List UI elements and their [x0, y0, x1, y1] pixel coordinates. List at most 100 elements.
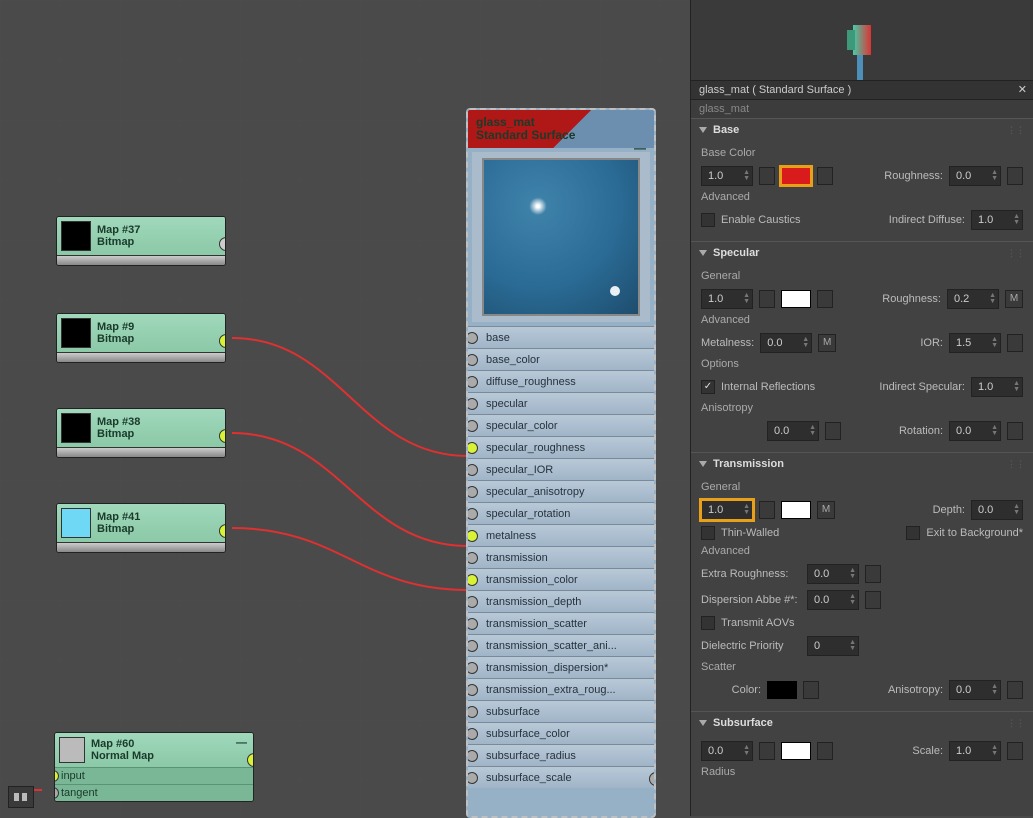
node-output-port[interactable]	[219, 429, 226, 443]
slot-input-pin[interactable]	[466, 376, 478, 388]
subsurface-weight-spinner[interactable]: 0.0▲▼	[701, 741, 753, 761]
map-slot-button[interactable]	[817, 742, 833, 760]
map-slot-button[interactable]	[759, 742, 775, 760]
surface-slot-transmission_depth[interactable]: transmission_depth	[468, 590, 654, 612]
slot-input-pin[interactable]	[466, 772, 478, 784]
slot-input-pin[interactable]	[466, 662, 478, 674]
node-output-port[interactable]	[219, 237, 226, 251]
breadcrumb[interactable]: glass_mat	[691, 100, 1033, 118]
section-header-transmission[interactable]: Transmission ⋮⋮	[691, 453, 1033, 475]
map-slot-button[interactable]	[865, 565, 881, 583]
slot-input-pin[interactable]	[466, 618, 478, 630]
viewport-thumbnail[interactable]	[691, 0, 1033, 80]
scatter-color-swatch[interactable]	[767, 681, 797, 699]
subsurface-color-swatch[interactable]	[781, 742, 811, 760]
transmit-aovs-checkbox[interactable]	[701, 616, 715, 630]
subsurface-scale-spinner[interactable]: 1.0▲▼	[949, 741, 1001, 761]
base-roughness-spinner[interactable]: 0.0▲▼	[949, 166, 1001, 186]
ior-spinner[interactable]: 1.5▲▼	[949, 333, 1001, 353]
node-graph[interactable]: Map #37 Bitmap Map #9 Bitmap Map #38 Bit…	[0, 0, 690, 816]
node-input-pin[interactable]	[54, 770, 59, 782]
map-slot-button[interactable]	[1007, 681, 1023, 699]
slot-input-pin[interactable]	[466, 596, 478, 608]
node-input-pin[interactable]	[54, 787, 59, 799]
dielectric-spinner[interactable]: 0▲▼	[807, 636, 859, 656]
node-output-port[interactable]	[219, 524, 226, 538]
close-icon[interactable]: ✕	[1018, 83, 1027, 96]
surface-slot-transmission_dispersion[interactable]: transmission_dispersion*	[468, 656, 654, 678]
slot-input-pin[interactable]	[466, 750, 478, 762]
rotation-spinner[interactable]: 0.0▲▼	[949, 421, 1001, 441]
specular-color-swatch[interactable]	[781, 290, 811, 308]
map-slot-button[interactable]	[817, 167, 833, 185]
node-map-60[interactable]: Map #60 Normal Map — input tangent	[54, 732, 254, 802]
scatter-aniso-spinner[interactable]: 0.0▲▼	[949, 680, 1001, 700]
map-slot-button[interactable]	[759, 290, 775, 308]
specular-roughness-spinner[interactable]: 0.2▲▼	[947, 289, 999, 309]
slot-input-pin[interactable]	[466, 574, 478, 586]
map-slot-button[interactable]	[803, 681, 819, 699]
slot-input-pin[interactable]	[466, 332, 478, 344]
map-slot-button[interactable]	[825, 422, 841, 440]
surface-slot-base_color[interactable]: base_color	[468, 348, 654, 370]
transmission-color-swatch[interactable]	[781, 501, 811, 519]
surface-slot-transmission_scatter[interactable]: transmission_scatter	[468, 612, 654, 634]
surface-slot-specular_IOR[interactable]: specular_IOR	[468, 458, 654, 480]
node-standard-surface[interactable]: glass_mat Standard Surface — basebase_co…	[466, 108, 656, 818]
tool-icon[interactable]	[8, 786, 34, 808]
map-button[interactable]: M	[817, 501, 835, 519]
map-slot-button[interactable]	[1007, 167, 1023, 185]
map-button[interactable]: M	[818, 334, 836, 352]
minimize-icon[interactable]: —	[236, 737, 247, 749]
map-slot-button[interactable]	[817, 290, 833, 308]
node-output-port[interactable]	[649, 772, 656, 786]
indirect-specular-spinner[interactable]: 1.0▲▼	[971, 377, 1023, 397]
surface-slot-subsurface[interactable]: subsurface	[468, 700, 654, 722]
surface-slot-transmission_extra_roug[interactable]: transmission_extra_roug...	[468, 678, 654, 700]
node-map-41[interactable]: Map #41 Bitmap	[56, 503, 226, 553]
surface-slot-metalness[interactable]: metalness	[468, 524, 654, 546]
map-slot-button[interactable]	[1007, 422, 1023, 440]
slot-input-pin[interactable]	[466, 684, 478, 696]
exit-background-checkbox[interactable]	[906, 526, 920, 540]
slot-input-pin[interactable]	[466, 728, 478, 740]
base-color-swatch[interactable]	[781, 167, 811, 185]
node-output-port[interactable]	[219, 334, 226, 348]
slot-input-pin[interactable]	[466, 508, 478, 520]
extra-roughness-spinner[interactable]: 0.0▲▼	[807, 564, 859, 584]
node-output-port[interactable]	[247, 753, 254, 767]
slot-input-pin[interactable]	[466, 552, 478, 564]
thin-walled-checkbox[interactable]	[701, 526, 715, 540]
base-weight-spinner[interactable]: 1.0▲▼	[701, 166, 753, 186]
surface-slot-specular_color[interactable]: specular_color	[468, 414, 654, 436]
anisotropy-spinner[interactable]: 0.0▲▼	[767, 421, 819, 441]
node-input-row[interactable]: input	[55, 767, 253, 784]
specular-weight-spinner[interactable]: 1.0▲▼	[701, 289, 753, 309]
surface-slot-diffuse_roughness[interactable]: diffuse_roughness	[468, 370, 654, 392]
surface-slot-specular_roughness[interactable]: specular_roughness	[468, 436, 654, 458]
slot-input-pin[interactable]	[466, 530, 478, 542]
indirect-diffuse-spinner[interactable]: 1.0▲▼	[971, 210, 1023, 230]
abbe-spinner[interactable]: 0.0▲▼	[807, 590, 859, 610]
metalness-spinner[interactable]: 0.0▲▼	[760, 333, 812, 353]
enable-caustics-checkbox[interactable]	[701, 213, 715, 227]
node-map-38[interactable]: Map #38 Bitmap	[56, 408, 226, 458]
map-slot-button[interactable]	[759, 501, 775, 519]
section-header-base[interactable]: Base ⋮⋮	[691, 119, 1033, 141]
surface-slot-transmission[interactable]: transmission	[468, 546, 654, 568]
slot-input-pin[interactable]	[466, 640, 478, 652]
depth-spinner[interactable]: 0.0▲▼	[971, 500, 1023, 520]
slot-input-pin[interactable]	[466, 420, 478, 432]
map-slot-button[interactable]	[1007, 742, 1023, 760]
surface-slot-specular[interactable]: specular	[468, 392, 654, 414]
map-slot-button[interactable]	[1007, 334, 1023, 352]
map-slot-button[interactable]	[865, 591, 881, 609]
section-header-subsurface[interactable]: Subsurface ⋮⋮	[691, 712, 1033, 734]
map-button[interactable]: M	[1005, 290, 1023, 308]
slot-input-pin[interactable]	[466, 486, 478, 498]
minimize-icon[interactable]: —	[634, 142, 646, 155]
surface-slot-base[interactable]: base	[468, 326, 654, 348]
slot-input-pin[interactable]	[466, 464, 478, 476]
internal-reflections-checkbox[interactable]	[701, 380, 715, 394]
slot-input-pin[interactable]	[466, 354, 478, 366]
